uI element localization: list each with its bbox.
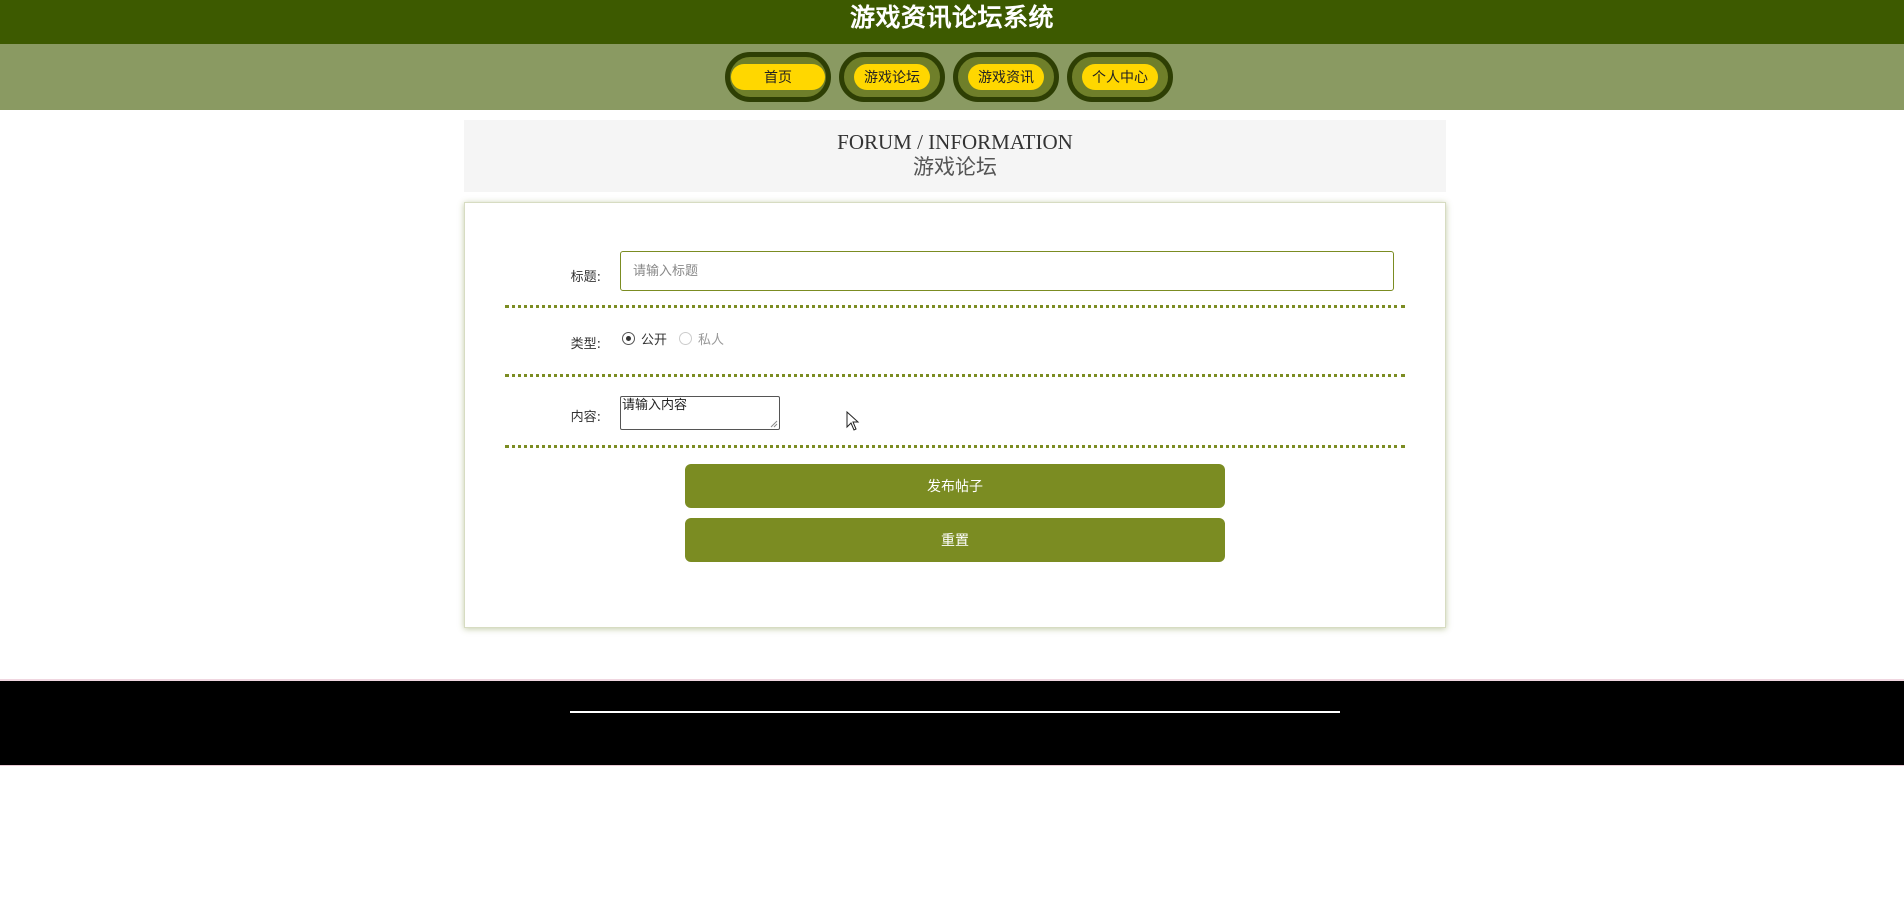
title-label: 标题: — [570, 270, 601, 285]
nav-bar: 首页 游戏论坛 游戏资讯 个人中心 — [0, 44, 1904, 110]
radio-private[interactable]: 私人 — [679, 329, 724, 348]
radio-public-label: 公开 — [641, 333, 668, 348]
nav-item-label: 游戏资讯 — [978, 70, 1034, 86]
reset-button[interactable]: 重置 — [685, 518, 1225, 562]
section-header: FORUM / INFORMATION 游戏论坛 — [464, 120, 1446, 192]
content-label: 内容: — [570, 410, 601, 425]
content-placeholder: 请输入内容 — [622, 398, 688, 413]
radio-public[interactable]: 公开 — [622, 329, 667, 348]
type-label: 类型: — [570, 337, 601, 352]
section-title-cn: 游戏论坛 — [913, 155, 997, 179]
form-row-title: 标题: — [505, 251, 1405, 308]
submit-post-button[interactable]: 发布帖子 — [685, 464, 1225, 508]
nav-item-home[interactable]: 首页 — [725, 52, 831, 102]
radio-private-label: 私人 — [698, 333, 725, 348]
section-title-en: FORUM / INFORMATION — [837, 130, 1073, 154]
nav-item-label: 游戏论坛 — [864, 70, 920, 86]
form-row-type: 类型: 公开 私人 — [505, 307, 1405, 377]
type-radio-group: 公开 私人 — [622, 329, 736, 348]
radio-checked-icon — [622, 332, 635, 345]
reset-button-label: 重置 — [941, 533, 969, 549]
post-form: 标题: 类型: 公开 私人 内容: 请输入内容 发布帖子 重置 — [464, 202, 1446, 628]
nav-item-forum[interactable]: 游戏论坛 — [839, 52, 945, 102]
content-textarea[interactable]: 请输入内容 — [620, 396, 780, 430]
site-title: 游戏资讯论坛系统 — [849, 3, 1054, 32]
form-row-content: 内容: 请输入内容 — [505, 376, 1405, 448]
resize-handle-icon[interactable] — [770, 420, 778, 428]
footer-divider — [570, 711, 1340, 713]
top-header: 游戏资讯论坛系统 — [0, 0, 1904, 44]
mouse-pointer-icon — [846, 411, 860, 431]
radio-unchecked-icon — [679, 332, 693, 345]
nav-item-label: 首页 — [764, 70, 792, 86]
submit-button-label: 发布帖子 — [927, 479, 983, 495]
footer — [0, 679, 1904, 766]
nav-item-news[interactable]: 游戏资讯 — [953, 52, 1059, 102]
nav-items: 首页 游戏论坛 游戏资讯 个人中心 — [725, 52, 1173, 102]
nav-item-profile[interactable]: 个人中心 — [1067, 52, 1173, 102]
title-input[interactable] — [620, 251, 1394, 291]
nav-item-label: 个人中心 — [1092, 70, 1148, 86]
